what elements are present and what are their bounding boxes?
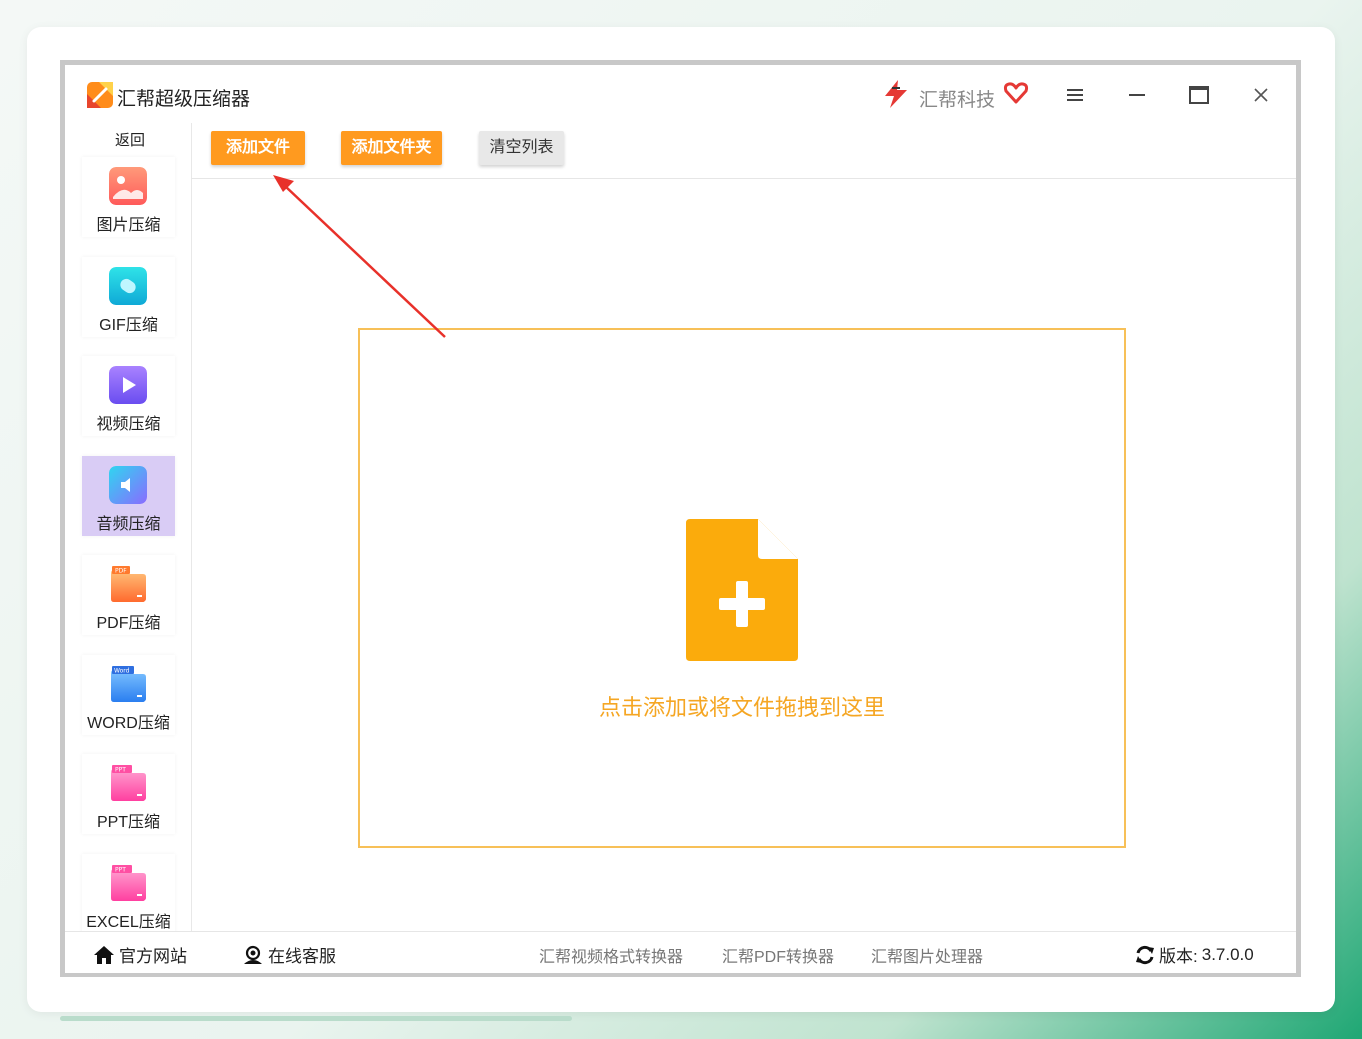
image-processor-link[interactable]: 汇帮图片处理器 xyxy=(871,943,983,967)
sidebar-item-label: 音频压缩 xyxy=(96,516,161,533)
hamburger-icon xyxy=(1067,89,1083,101)
app-logo-icon xyxy=(87,82,113,108)
refresh-icon xyxy=(1136,945,1154,964)
minimize-icon xyxy=(1129,94,1145,96)
file-drop-zone[interactable]: 点击添加或将文件拖拽到这里 xyxy=(358,328,1126,848)
video-converter-link[interactable]: 汇帮视频格式转换器 xyxy=(539,943,683,967)
customer-service-icon xyxy=(244,945,262,964)
drop-zone-text: 点击添加或将文件拖拽到这里 xyxy=(598,695,885,720)
footer-bar: 官方网站 在线客服 汇帮视频格式转换器 汇帮PDF转换器 汇帮图片处理器 版本:… xyxy=(65,931,1296,973)
sidebar-item-audio[interactable]: 音频压缩 xyxy=(82,456,175,536)
svg-text:PPT: PPT xyxy=(115,867,126,874)
audio-compress-icon xyxy=(109,466,147,504)
brand-logo-icon xyxy=(885,80,907,108)
sidebar-item-gif[interactable]: GIF压缩 xyxy=(82,257,175,337)
sidebar-item-label: PPT压缩 xyxy=(96,814,161,831)
maximize-icon xyxy=(1189,86,1209,104)
add-folder-button[interactable]: 添加文件夹 xyxy=(341,131,442,165)
title-bar: 汇帮超级压缩器 汇帮科技 xyxy=(65,65,1296,123)
sidebar-item-ppt[interactable]: PPT PPT压缩 xyxy=(82,754,175,834)
app-title: 汇帮超级压缩器 xyxy=(117,89,251,110)
svg-text:Word: Word xyxy=(114,668,130,675)
heart-icon[interactable] xyxy=(1003,81,1029,105)
sidebar-item-excel[interactable]: PPT EXCEL压缩 xyxy=(82,854,175,934)
svg-text:PDF: PDF xyxy=(115,568,127,575)
menu-button[interactable] xyxy=(1057,79,1093,111)
clear-list-button[interactable]: 清空列表 xyxy=(479,131,564,165)
version-number: 3.7.0.0 xyxy=(1201,944,1254,964)
official-site-label: 官方网站 xyxy=(119,947,187,966)
version-label: 版本: xyxy=(1159,947,1198,966)
maximize-button[interactable] xyxy=(1181,79,1217,111)
sidebar-item-word[interactable]: Word WORD压缩 xyxy=(82,655,175,735)
close-button[interactable] xyxy=(1243,79,1279,111)
sidebar: 返回 图片压缩 GIF压缩 视频压缩 音频压缩 PDF PDF压缩 Word W… xyxy=(65,123,192,934)
online-service-link[interactable]: 在线客服 xyxy=(242,942,336,967)
sidebar-item-video[interactable]: 视频压缩 xyxy=(82,356,175,436)
gif-compress-icon xyxy=(109,267,147,305)
sidebar-item-label: 视频压缩 xyxy=(96,416,161,433)
sidebar-item-label: EXCEL压缩 xyxy=(86,914,171,931)
pdf-compress-icon: PDF xyxy=(111,566,146,602)
online-service-label: 在线客服 xyxy=(268,947,336,966)
minimize-button[interactable] xyxy=(1119,79,1155,111)
sidebar-item-label: PDF压缩 xyxy=(96,615,161,632)
home-icon xyxy=(94,945,114,964)
pdf-converter-link[interactable]: 汇帮PDF转换器 xyxy=(722,943,834,967)
official-site-link[interactable]: 官方网站 xyxy=(93,942,187,967)
image-compress-icon xyxy=(109,167,147,205)
sidebar-item-image[interactable]: 图片压缩 xyxy=(82,157,175,237)
sidebar-item-label: WORD压缩 xyxy=(87,715,170,732)
brand-name: 汇帮科技 xyxy=(919,90,996,111)
excel-compress-icon: PPT xyxy=(111,865,146,901)
sidebar-item-pdf[interactable]: PDF PDF压缩 xyxy=(82,555,175,635)
video-compress-icon xyxy=(109,366,147,404)
svg-text:PPT: PPT xyxy=(115,767,126,774)
add-file-button[interactable]: 添加文件 xyxy=(211,131,305,165)
app-window: 汇帮超级压缩器 汇帮科技 返回 图片压缩 GIF压缩 视频压缩 音频压缩 PDF… xyxy=(60,60,1301,977)
scroll-indicator xyxy=(60,1016,572,1021)
sidebar-item-label: 图片压缩 xyxy=(96,217,161,234)
back-link[interactable]: 返回 xyxy=(115,129,145,150)
add-document-icon xyxy=(686,519,798,661)
version-info[interactable]: 版本: 3.7.0.0 xyxy=(1135,942,1254,967)
sidebar-item-label: GIF压缩 xyxy=(99,317,158,334)
close-icon xyxy=(1254,88,1268,102)
toolbar: 添加文件 添加文件夹 清空列表 xyxy=(191,123,1296,179)
word-compress-icon: Word xyxy=(111,666,146,702)
ppt-compress-icon: PPT xyxy=(111,765,146,801)
